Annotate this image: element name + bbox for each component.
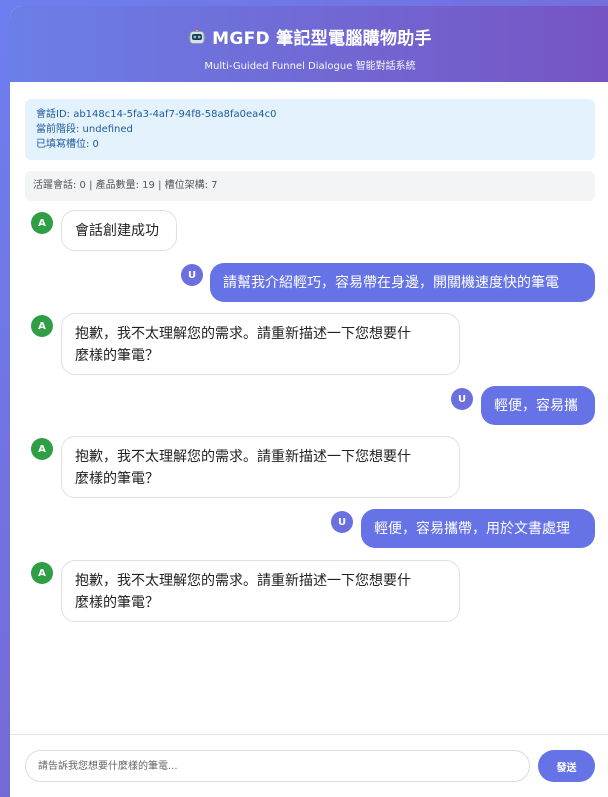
app-title: MGFD 筆記型電腦購物助手 bbox=[212, 29, 432, 49]
session-stage: 當前階段: undefined bbox=[36, 124, 133, 135]
chat-app: MGFD 筆記型電腦購物助手 Multi-Guided Funnel Dialo… bbox=[10, 6, 608, 797]
message-text-line: 抱歉，我不太理解您的需求。請重新描述一下您想要什 bbox=[75, 326, 411, 342]
message-text-line: 抱歉，我不太理解您的需求。請重新描述一下您想要什 bbox=[75, 573, 411, 589]
user-avatar: U bbox=[181, 264, 203, 286]
message-bubble: 輕便，容易攜帶，用於文書處理 bbox=[361, 509, 595, 548]
app-title-row: MGFD 筆記型電腦購物助手 bbox=[10, 6, 608, 49]
send-button[interactable]: 發送 bbox=[538, 750, 595, 782]
message-bubble: 抱歉，我不太理解您的需求。請重新描述一下您想要什 麼樣的筆電？ bbox=[61, 560, 460, 622]
app-header: MGFD 筆記型電腦購物助手 Multi-Guided Funnel Dialo… bbox=[10, 6, 608, 82]
assistant-avatar: A bbox=[31, 315, 53, 337]
message-bubble: 請幫我介紹輕巧，容易帶在身邊，開關機速度快的筆電 bbox=[210, 263, 595, 302]
message-text-line: 麼樣的筆電？ bbox=[75, 348, 159, 364]
message-text-line: 抱歉，我不太理解您的需求。請重新描述一下您想要什 bbox=[75, 449, 411, 465]
stats-bar: 活躍會話: 0 | 產品數量: 19 | 槽位架構: 7 bbox=[25, 171, 595, 201]
message-text-line: 麼樣的筆電？ bbox=[75, 471, 159, 487]
session-slots: 已填寫槽位: 0 bbox=[36, 139, 99, 150]
message-input[interactable] bbox=[25, 750, 530, 782]
message-text-line: 麼樣的筆電？ bbox=[75, 595, 159, 611]
user-avatar: U bbox=[451, 388, 473, 410]
app-subtitle: Multi-Guided Funnel Dialogue 智能對話系統 bbox=[204, 61, 416, 72]
user-avatar: U bbox=[331, 511, 353, 533]
session-id: 會話ID: ab148c14-5fa3-4af7-94f8-58a8fa0ea4… bbox=[36, 109, 277, 120]
assistant-avatar: A bbox=[31, 438, 53, 460]
message-bubble: 會話創建成功 bbox=[61, 210, 177, 251]
assistant-avatar: A bbox=[31, 562, 53, 584]
message-input-bar: 發送 bbox=[10, 734, 608, 797]
message-bubble: 抱歉，我不太理解您的需求。請重新描述一下您想要什 麼樣的筆電？ bbox=[61, 436, 460, 498]
message-bubble: 抱歉，我不太理解您的需求。請重新描述一下您想要什 麼樣的筆電？ bbox=[61, 313, 460, 375]
assistant-avatar: A bbox=[31, 212, 53, 234]
robot-icon bbox=[188, 27, 206, 46]
session-info-panel: 會話ID: ab148c14-5fa3-4af7-94f8-58a8fa0ea4… bbox=[25, 99, 595, 160]
message-bubble: 輕便，容易攜 bbox=[481, 386, 595, 425]
